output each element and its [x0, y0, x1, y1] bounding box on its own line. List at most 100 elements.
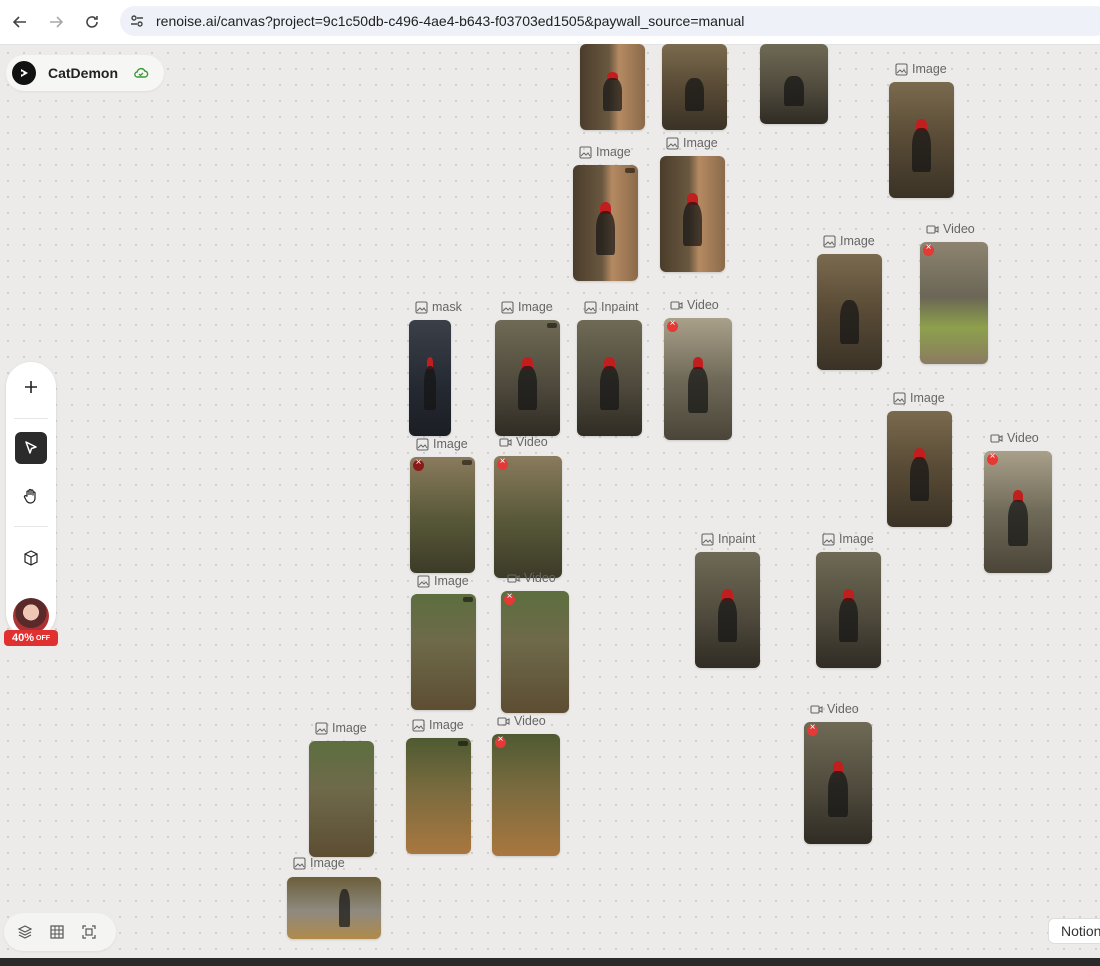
node-thumbnail[interactable] [406, 738, 471, 854]
node-thumbnail[interactable] [573, 165, 638, 281]
node-thumbnail[interactable] [662, 44, 727, 130]
hand-pan-icon[interactable] [15, 480, 47, 512]
node-thumbnail[interactable] [411, 594, 476, 710]
node-thumbnail[interactable] [804, 722, 872, 844]
cloud-synced-icon [132, 64, 150, 82]
image-icon [584, 300, 597, 314]
node-thumbnail[interactable] [309, 741, 374, 857]
image-icon [415, 300, 428, 314]
node-thumbnail[interactable] [695, 552, 760, 668]
video-icon [497, 716, 510, 726]
image-icon [417, 574, 430, 588]
fit-view-icon[interactable] [80, 923, 98, 941]
node-thumbnail[interactable] [495, 320, 560, 436]
node-label: Image [417, 574, 469, 588]
error-icon [495, 734, 506, 748]
image-icon [412, 718, 425, 732]
image-icon [501, 300, 514, 314]
node-thumbnail[interactable] [660, 156, 725, 272]
node-thumbnail[interactable] [494, 456, 562, 578]
error-icon [807, 722, 818, 736]
node-label: Image [293, 856, 345, 870]
toolbar-divider [14, 418, 48, 419]
renoise-logo-icon [12, 61, 36, 85]
layers-icon[interactable] [16, 923, 34, 941]
node-thumbnail[interactable] [984, 451, 1052, 573]
video-icon [810, 704, 823, 714]
back-arrow-icon[interactable] [8, 10, 32, 34]
image-icon [822, 532, 835, 546]
node-thumbnail[interactable] [887, 411, 952, 527]
node-thumbnail[interactable] [889, 82, 954, 198]
video-icon [926, 224, 939, 234]
node-thumbnail[interactable] [760, 44, 828, 124]
error-icon [667, 318, 678, 332]
image-icon [701, 532, 714, 546]
node-thumbnail[interactable] [501, 591, 569, 713]
url-text: renoise.ai/canvas?project=9c1c50db-c496-… [156, 13, 745, 29]
address-bar[interactable]: renoise.ai/canvas?project=9c1c50db-c496-… [120, 6, 1100, 36]
image-icon [666, 136, 679, 150]
image-icon [416, 437, 429, 451]
toolbar-divider [14, 526, 48, 527]
grid-icon[interactable] [48, 923, 66, 941]
video-icon [507, 573, 520, 583]
browser-toolbar: renoise.ai/canvas?project=9c1c50db-c496-… [0, 0, 1100, 45]
error-icon [497, 456, 508, 470]
error-icon [987, 451, 998, 465]
node-label: Image [823, 234, 875, 248]
node-label: Image [412, 718, 464, 732]
image-icon [895, 62, 908, 76]
node-label: Video [497, 714, 546, 728]
node-label: Video [990, 431, 1039, 445]
forward-arrow-icon[interactable] [44, 10, 68, 34]
image-icon [823, 234, 836, 248]
add-icon[interactable] [15, 371, 47, 403]
node-thumbnail[interactable] [287, 877, 381, 939]
node-thumbnail[interactable] [664, 318, 732, 440]
error-icon [923, 242, 934, 256]
node-label: Video [810, 702, 859, 716]
site-settings-icon[interactable] [128, 12, 146, 30]
image-icon [579, 145, 592, 159]
user-avatar[interactable] [13, 598, 49, 634]
project-name[interactable]: CatDemon [48, 65, 118, 81]
node-label: Inpaint [584, 300, 639, 314]
node-thumbnail[interactable] [492, 734, 560, 856]
node-label: Inpaint [701, 532, 756, 546]
node-thumbnail[interactable] [580, 44, 645, 130]
node-label: Video [670, 298, 719, 312]
video-icon [990, 433, 1003, 443]
discount-suffix: OFF [36, 634, 51, 642]
node-label: mask [415, 300, 462, 314]
view-controls [4, 913, 116, 951]
node-label: Video [926, 222, 975, 236]
discount-badge[interactable]: 40% OFF [4, 630, 58, 646]
error-icon [413, 457, 424, 471]
node-thumbnail[interactable] [816, 552, 881, 668]
node-thumbnail[interactable] [577, 320, 642, 436]
node-thumbnail[interactable] [410, 457, 475, 573]
error-icon [504, 591, 515, 605]
node-label: Image [822, 532, 874, 546]
node-thumbnail[interactable] [817, 254, 882, 370]
reload-icon[interactable] [80, 10, 104, 34]
window-bottom-edge [0, 958, 1100, 966]
left-toolbar [6, 362, 56, 638]
node-label: Video [499, 435, 548, 449]
node-thumbnail[interactable] [409, 320, 451, 436]
node-label: Image [315, 721, 367, 735]
video-icon [670, 300, 683, 310]
discount-value: 40% [11, 632, 35, 644]
project-pill[interactable]: CatDemon [6, 55, 165, 91]
node-thumbnail[interactable] [920, 242, 988, 364]
cube-asset-icon[interactable] [15, 542, 47, 574]
select-cursor-icon[interactable] [15, 432, 47, 464]
video-icon [499, 437, 512, 447]
image-icon [315, 721, 328, 735]
image-icon [893, 391, 906, 405]
node-label: Image [501, 300, 553, 314]
notion-tab[interactable]: Notion [1048, 918, 1100, 944]
node-label: Image [579, 145, 631, 159]
node-label: Image [666, 136, 718, 150]
